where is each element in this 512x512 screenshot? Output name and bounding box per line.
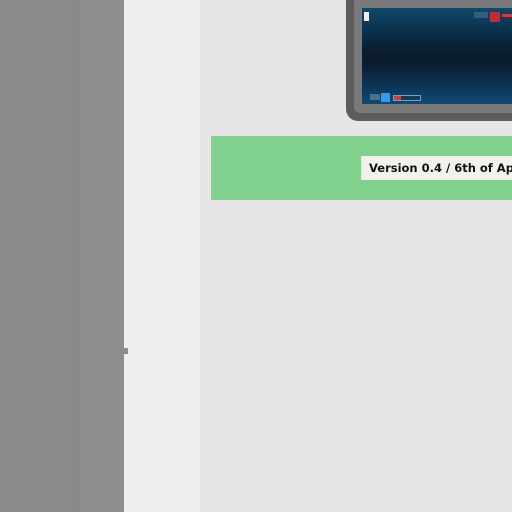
edge-notch [122,348,128,354]
sidebar-stripe-dark [0,0,72,512]
edge-notch [118,150,124,160]
edge-notch [118,464,124,474]
preview-bottom-label [370,94,380,100]
version-label: Version 0.4 / 6th of April 20 [361,156,512,180]
sidebar-stripe-mid [72,0,124,512]
page: Version 0.4 / 6th of April 20 [0,0,512,512]
preview-menu-icon [364,12,369,21]
preview-progress-fill [394,96,402,100]
preview-progress-bar [393,95,421,101]
preview-blue-indicator [381,93,390,102]
edge-notch [118,38,124,48]
preview-red-indicator [490,12,500,22]
sidebar-stripe-light [124,0,200,512]
device-preview-screen [362,8,512,104]
preview-red-bar [502,14,512,17]
preview-status-label [474,12,488,18]
edge-notch [118,316,124,326]
